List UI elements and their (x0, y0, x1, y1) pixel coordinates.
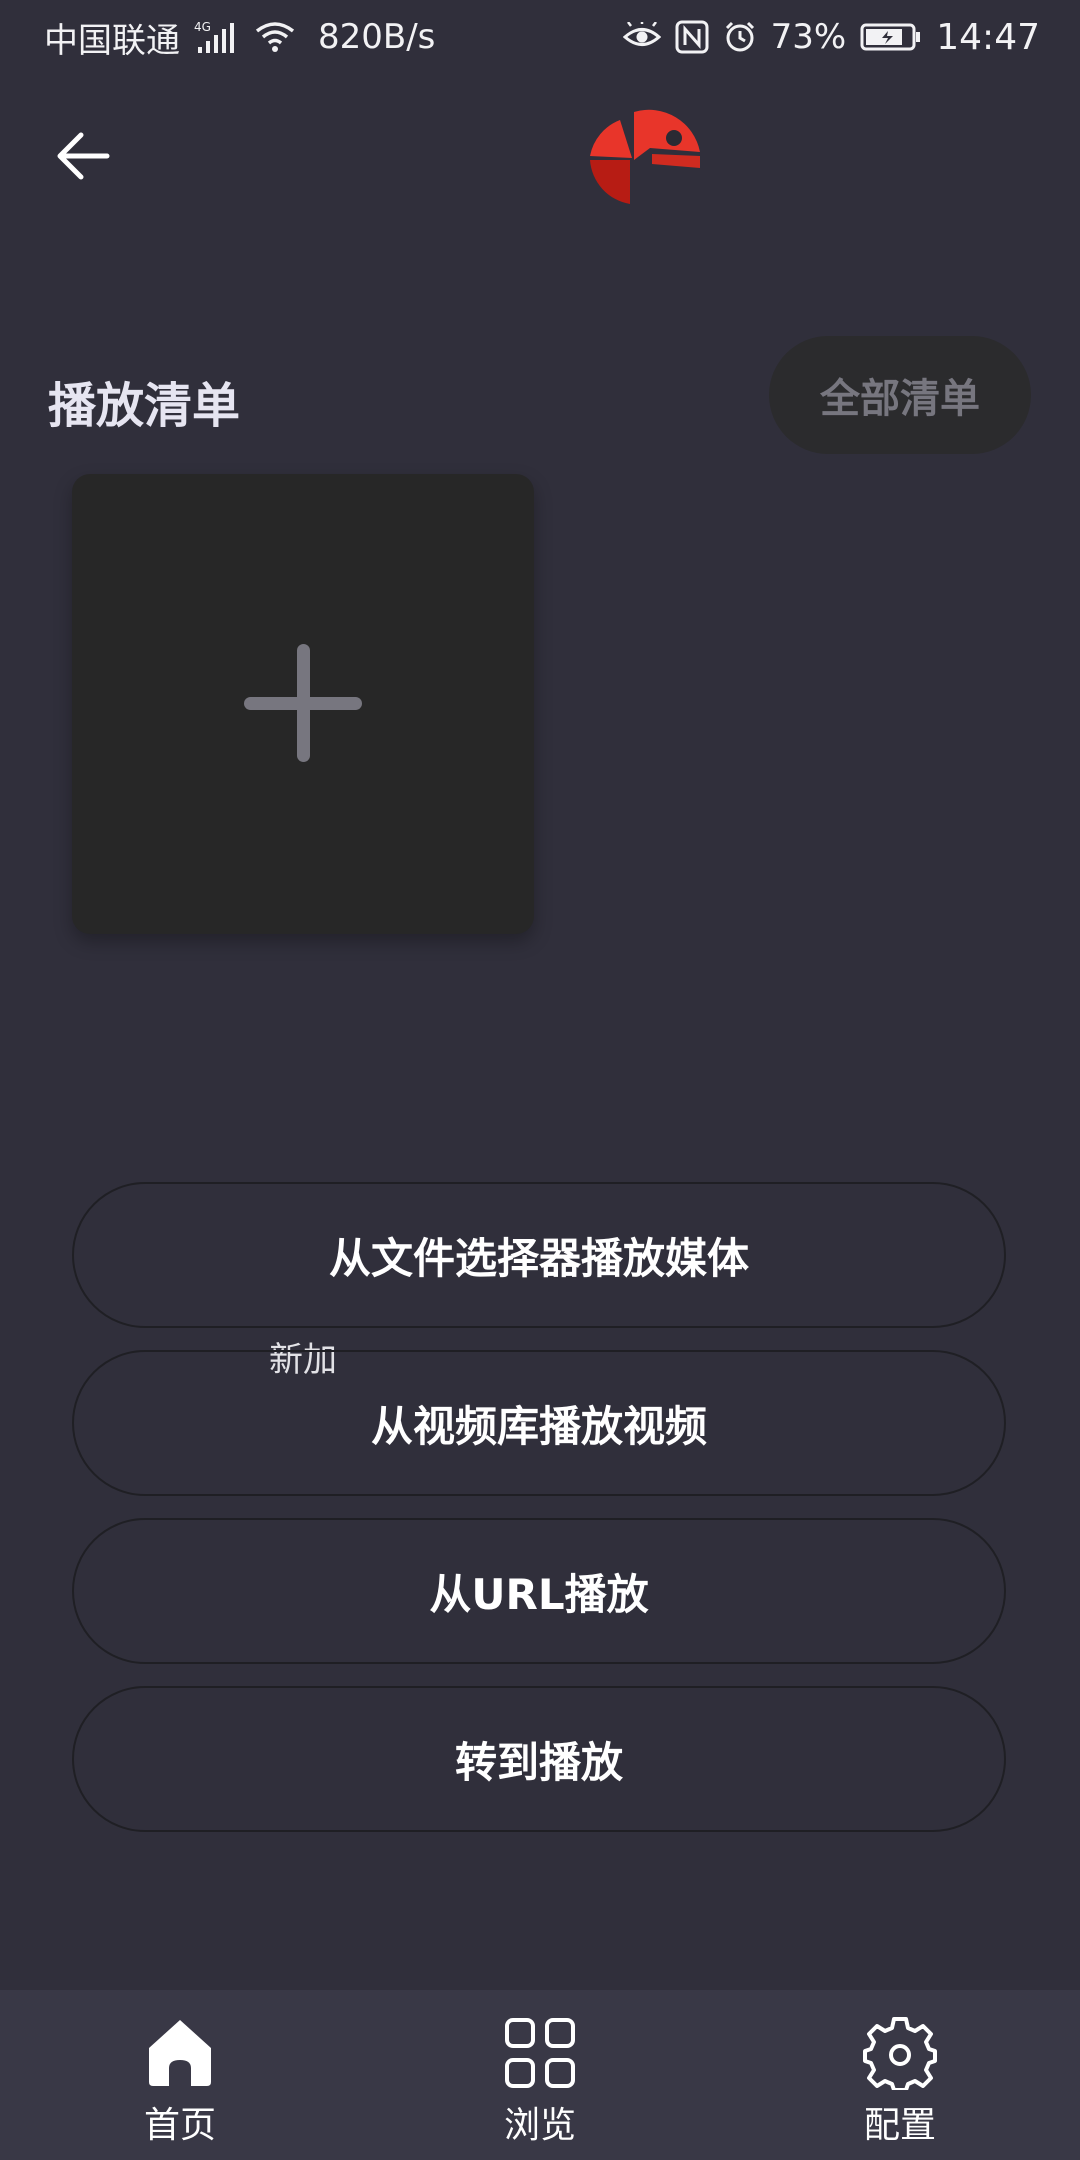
status-left: 中国联通 4G 820B/s (44, 14, 436, 61)
status-right: 73% 14:47 (622, 14, 1040, 60)
add-playlist-card[interactable]: 新加 (72, 474, 534, 1380)
clock-time: 14:47 (936, 16, 1040, 58)
all-playlists-button[interactable]: 全部清单 (769, 336, 1031, 454)
status-bar: 中国联通 4G 820B/s 73% 14:47 (0, 0, 1080, 74)
battery-icon (860, 22, 922, 52)
go-to-playback-button[interactable]: 转到播放 (72, 1686, 1006, 1832)
nav-settings-label: 配置 (863, 2105, 936, 2146)
alarm-icon (723, 20, 757, 54)
app-logo (590, 108, 706, 204)
grid-icon (505, 2018, 575, 2088)
nav-browse[interactable]: 浏览 (420, 1990, 660, 2160)
play-from-url-button[interactable]: 从URL播放 (72, 1518, 1006, 1664)
carrier-name: 中国联通 (44, 20, 180, 61)
nav-settings[interactable]: 配置 (780, 1990, 1020, 2160)
network-speed: 820B/s (318, 17, 436, 57)
home-icon (149, 2020, 211, 2086)
playlists-title: 播放清单 (48, 378, 241, 434)
play-from-video-library-button[interactable]: 从视频库播放视频 (72, 1350, 1006, 1496)
gear-icon (863, 2017, 937, 2090)
wifi-icon (254, 19, 296, 55)
bottom-nav: 首页 浏览 配置 (0, 1990, 1080, 2160)
plus-icon (244, 644, 362, 762)
signal-icon: 4G (194, 19, 240, 55)
arrow-left-icon (57, 132, 110, 180)
nav-browse-label: 浏览 (503, 2105, 576, 2146)
play-from-file-picker-button[interactable]: 从文件选择器播放媒体 (72, 1182, 1006, 1328)
eye-icon (622, 22, 661, 52)
nav-home-label: 首页 (143, 2105, 216, 2146)
battery-percent: 73% (770, 17, 847, 57)
nav-home[interactable]: 首页 (60, 1990, 300, 2160)
back-button[interactable] (50, 126, 116, 186)
network-type-label: 4G (194, 20, 211, 34)
nfc-icon (675, 20, 709, 54)
screen: 中国联通 4G 820B/s 73% 14:47 播放清单 全部清单 新加 从文… (0, 0, 1080, 2160)
